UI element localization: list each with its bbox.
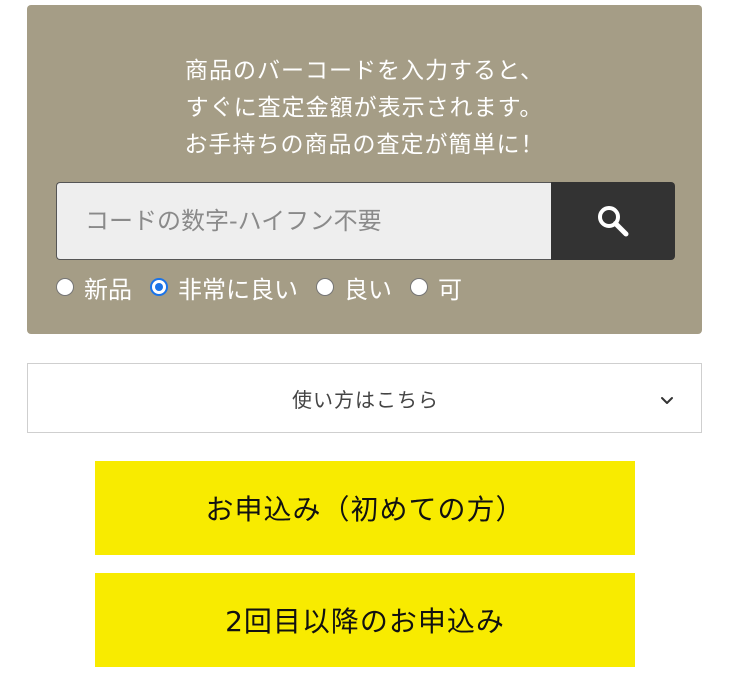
condition-option-acceptable[interactable]: 可 <box>410 270 462 305</box>
search-bar <box>56 182 675 260</box>
howto-accordion[interactable]: 使い方はこちら <box>27 363 702 433</box>
barcode-input[interactable] <box>56 182 551 260</box>
intro-line-2: すぐに査定金額が表示されます。 <box>185 95 544 121</box>
chevron-down-icon <box>661 397 673 404</box>
intro-text: 商品のバーコードを入力すると、 すぐに査定金額が表示されます。 お手持ちの商品の… <box>27 53 702 164</box>
intro-line-1: 商品のバーコードを入力すると、 <box>184 58 545 84</box>
condition-option-label: 新品 <box>84 275 132 304</box>
radio-button[interactable] <box>316 278 334 296</box>
condition-option-new[interactable]: 新品 <box>56 270 132 305</box>
first-time-apply-button[interactable]: お申込み（初めての方） <box>95 461 635 555</box>
radio-button[interactable] <box>56 278 74 296</box>
condition-option-label: 可 <box>438 275 462 304</box>
intro-line-3: お手持ちの商品の査定が簡単に！ <box>184 132 545 158</box>
search-icon <box>598 206 629 237</box>
repeat-apply-button[interactable]: 2回目以降のお申込み <box>95 573 635 667</box>
condition-option-good[interactable]: 良い <box>316 270 392 305</box>
condition-option-label: 非常に良い <box>178 275 298 304</box>
condition-radio-group: 新品 非常に良い 良い 可 <box>56 270 480 304</box>
radio-button[interactable] <box>410 278 428 296</box>
barcode-search-panel: 商品のバーコードを入力すると、 すぐに査定金額が表示されます。 お手持ちの商品の… <box>27 5 702 334</box>
condition-option-very-good[interactable]: 非常に良い <box>150 270 298 305</box>
radio-button-selected[interactable] <box>150 278 168 296</box>
howto-label: 使い方はこちら <box>292 388 439 412</box>
condition-option-label: 良い <box>344 275 392 304</box>
search-button[interactable] <box>551 182 675 260</box>
